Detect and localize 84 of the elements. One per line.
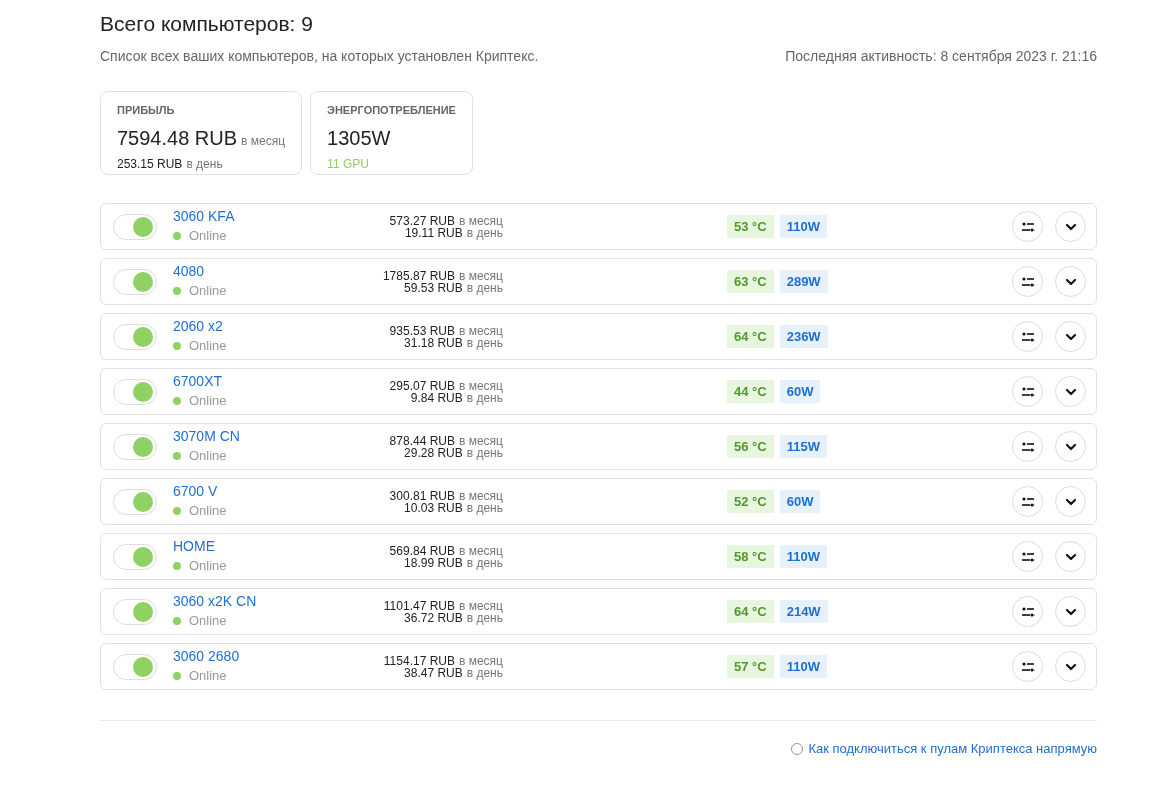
status-text: Online <box>189 226 227 245</box>
daily-profit: 59.53 RUB <box>404 281 463 294</box>
status-text: Online <box>189 446 227 465</box>
monthly-profit: 1785.87 RUB <box>382 269 455 282</box>
monthly-profit: 1154.17 RUB <box>383 654 455 667</box>
page-title: Всего компьютеров: 9 <box>100 11 314 37</box>
daily-profit: 38.47 RUB <box>404 666 463 679</box>
daily-profit: 31.18 RUB <box>404 336 463 349</box>
profit-unit: в месяц <box>459 544 503 557</box>
power-tag: 110W <box>779 654 827 679</box>
monthly-profit: 1101.47 RUB <box>383 599 455 612</box>
daily-profit: 19.11 RUB <box>404 226 463 239</box>
stat-value: 7594.48 RUB <box>117 125 238 151</box>
computer-name-link[interactable]: 6700 V <box>173 482 343 500</box>
profit-unit: в месяц <box>459 214 503 227</box>
temperature-tag: 44 °C <box>727 379 774 404</box>
temperature-tag: 64 °C <box>727 324 774 349</box>
stat-unit: в месяц <box>241 132 286 150</box>
stat-label: ПРИБЫЛЬ <box>117 103 176 118</box>
temperature-tag: 56 °C <box>727 434 774 459</box>
last-activity: Последняя активность: 8 сентября 2023 г. 21:16 <box>785 47 1097 66</box>
monthly-profit: 573.27 RUB <box>389 214 455 227</box>
temperature-tag: 52 °C <box>727 489 774 514</box>
profit-unit: в месяц <box>459 599 503 612</box>
profit-unit: в месяц <box>459 489 503 502</box>
computer-name-link[interactable]: 3060 2680 <box>173 647 343 665</box>
profit-unit: в месяц <box>459 654 503 667</box>
power-tag: 115W <box>779 434 827 459</box>
power-tag: 60W <box>779 489 821 514</box>
computer-name-link[interactable]: 2060 x2 <box>173 317 343 335</box>
monthly-profit: 295.07 RUB <box>389 379 455 392</box>
computer-name-link[interactable]: 3060 KFA <box>173 207 343 225</box>
profit-unit: в месяц <box>459 379 503 392</box>
enable-toggle[interactable] <box>113 268 157 295</box>
stat-label: ЭНЕРГОПОТРЕБЛЕНИЕ <box>327 103 456 118</box>
status-text: Online <box>189 611 227 630</box>
temperature-tag: 57 °C <box>727 654 774 679</box>
status-text: Online <box>189 281 227 300</box>
monthly-profit: 878.44 RUB <box>389 434 455 447</box>
monthly-profit: 935.53 RUB <box>389 324 455 337</box>
enable-toggle[interactable] <box>113 598 157 625</box>
enable-toggle[interactable] <box>113 488 157 515</box>
status-text: Online <box>189 501 227 520</box>
status-text: Online <box>189 556 227 575</box>
temperature-tag: 58 °C <box>727 544 774 569</box>
monthly-profit: 569.84 RUB <box>389 544 455 557</box>
stat-subvalue: 11 GPU <box>327 155 369 173</box>
status-text: Online <box>189 666 227 685</box>
temperature-tag: 63 °C <box>727 269 774 294</box>
enable-toggle[interactable] <box>113 213 157 240</box>
temperature-tag: 53 °C <box>727 214 774 239</box>
enable-toggle[interactable] <box>113 378 157 405</box>
computer-name-link[interactable]: 3070M CN <box>173 427 343 445</box>
daily-profit: 10.03 RUB <box>404 501 463 514</box>
profit-unit: в месяц <box>459 269 503 282</box>
enable-toggle[interactable] <box>113 543 157 570</box>
page-subtitle: Список всех ваших компьютеров, на которых установлен Криптекс. <box>100 47 539 66</box>
computer-name-link[interactable]: 6700XT <box>173 372 343 390</box>
daily-profit: 18.99 RUB <box>404 556 463 569</box>
power-tag: 60W <box>779 379 821 404</box>
status-text: Online <box>189 391 227 410</box>
stat-subvalue: 253.15 RUB <box>117 155 183 173</box>
daily-profit: 29.28 RUB <box>404 446 463 459</box>
enable-toggle[interactable] <box>113 433 157 460</box>
enable-toggle[interactable] <box>113 653 157 680</box>
temperature-tag: 64 °C <box>727 599 774 624</box>
computer-name-link[interactable]: 3060 x2K CN <box>173 592 343 610</box>
enable-toggle[interactable] <box>113 323 157 350</box>
profit-unit: в месяц <box>459 434 503 447</box>
daily-profit: 36.72 RUB <box>404 611 463 624</box>
power-tag: 110W <box>779 214 827 239</box>
daily-profit: 9.84 RUB <box>410 391 463 404</box>
monthly-profit: 300.81 RUB <box>389 489 455 502</box>
power-tag: 236W <box>779 324 828 349</box>
stat-subunit: в день <box>186 155 223 173</box>
profit-unit: в месяц <box>459 324 503 337</box>
power-tag: 289W <box>779 269 828 294</box>
status-text: Online <box>189 336 227 355</box>
power-tag: 214W <box>779 599 828 624</box>
help-link[interactable]: Как подключиться к пулам Криптекса напрямую <box>808 739 1097 759</box>
power-tag: 110W <box>779 544 827 569</box>
computer-name-link[interactable]: 4080 <box>173 262 343 280</box>
stat-value: 1305W <box>327 125 391 151</box>
computer-name-link[interactable]: HOME <box>173 537 343 555</box>
